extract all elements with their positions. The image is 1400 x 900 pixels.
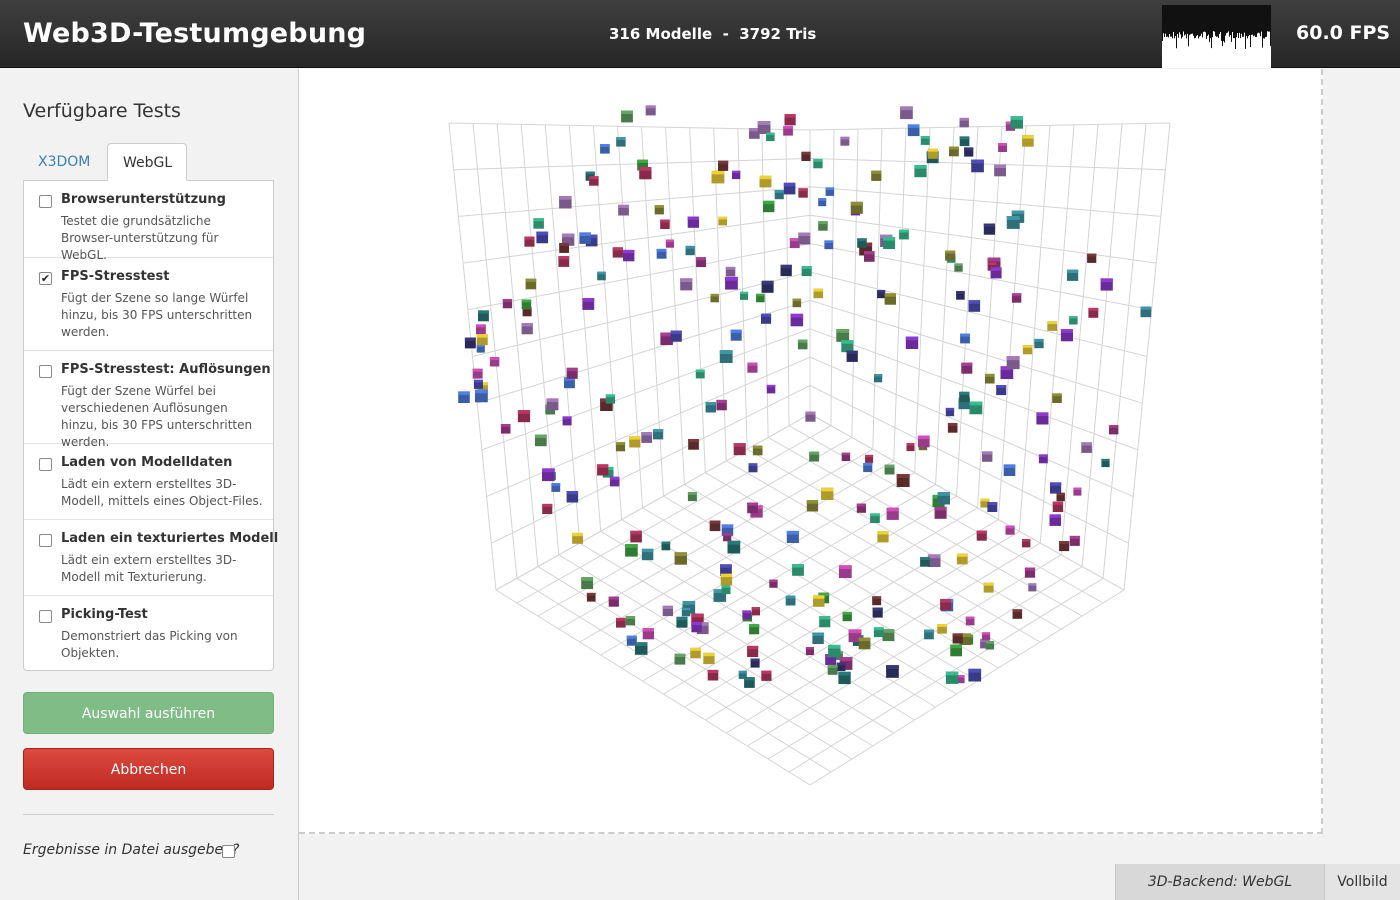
export-results-checkbox[interactable] [222,845,235,858]
export-results-label: Ergebnisse in Datei ausgeben? [23,842,240,858]
cancel-button[interactable]: Abbrechen [23,748,274,790]
backend-badge: 3D-Backend: WebGL (Three.js) [1115,864,1324,900]
test-checkbox[interactable] [39,458,52,471]
backend-tabs: X3DOM WebGL [23,143,274,181]
fps-graph [1162,5,1271,68]
tab-x3dom[interactable]: X3DOM [23,143,105,181]
sidebar-heading: Verfügbare Tests [23,100,181,122]
test-title: Laden von Modelldaten [61,455,233,470]
app-title: Web3D-Testumgebung [23,18,367,49]
test-description: Fügt der Szene so lange Würfel hinzu, bi… [61,291,253,339]
test-item-model-loading[interactable]: Laden von Modelldaten Lädt ein extern er… [24,444,273,520]
test-item-textured-model[interactable]: Laden ein texturiertes Modell Lädt ein e… [24,520,278,596]
tab-webgl[interactable]: WebGL [107,143,187,181]
test-title: Picking-Test [61,607,148,622]
fullscreen-button[interactable]: Vollbild [1324,864,1400,900]
test-title: FPS-Stresstest [61,269,170,284]
app-header: Web3D-Testumgebung 316 Modelle - 3792 Tr… [0,0,1400,68]
webgl-canvas[interactable] [299,69,1323,834]
scene-stats: 316 Modelle - 3792 Tris [609,25,817,43]
test-title: Browserunterstützung [61,192,226,207]
test-description: Lädt ein extern erstelltes 3D-Modell mit… [61,553,237,584]
test-description: Testet die grundsätzliche Browser-unters… [61,214,219,262]
divider [23,814,274,815]
test-checkbox[interactable] [39,610,52,623]
test-description: Demonstriert das Picking von Objekten. [61,629,238,660]
fps-counter: 60.0 FPS [1296,22,1391,44]
test-checkbox[interactable] [39,195,52,208]
test-item-browser-support[interactable]: Browserunterstützung Testet die grundsät… [24,181,273,262]
sidebar: Verfügbare Tests X3DOM WebGL Browserunte… [0,69,299,900]
test-checkbox[interactable] [39,534,52,547]
test-description: Lädt ein extern erstelltes 3D-Modell, mi… [61,477,263,508]
test-item-picking[interactable]: Picking-Test Demonstriert das Picking vo… [24,596,273,671]
test-description: Fügt der Szene Würfel bei verschiedenen … [61,384,253,449]
test-item-fps-stress[interactable]: ✔ FPS-Stresstest Fügt der Szene so lange… [24,258,273,351]
test-item-fps-resolutions[interactable]: FPS-Stresstest: Auflösungen Fügt der Sze… [24,351,273,449]
test-list: Browserunterstützung Testet die grundsät… [23,180,278,671]
test-title: Laden ein texturiertes Modell [61,531,279,546]
run-selection-button[interactable]: Auswahl ausführen [23,692,274,734]
test-checkbox[interactable] [39,365,52,378]
test-checkbox[interactable]: ✔ [39,272,52,285]
test-title: FPS-Stresstest: Auflösungen [61,362,271,377]
